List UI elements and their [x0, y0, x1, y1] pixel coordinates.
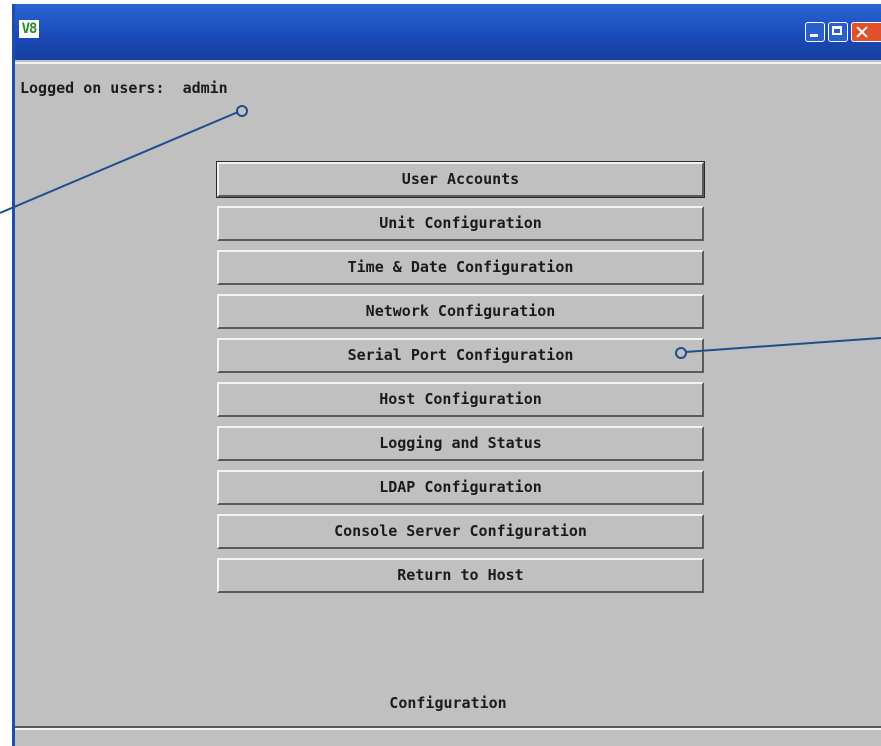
- unit-configuration-button[interactable]: Unit Configuration: [217, 206, 704, 241]
- footer-title: Configuration: [389, 694, 507, 712]
- divider-top: [15, 62, 881, 64]
- logged-on-user: admin: [182, 79, 228, 97]
- minimize-button[interactable]: [805, 22, 825, 42]
- app-logo-icon: V8: [19, 20, 39, 38]
- console-server-configuration-button[interactable]: Console Server Configuration: [217, 514, 704, 549]
- title-bar[interactable]: V8: [15, 4, 881, 60]
- host-configuration-button[interactable]: Host Configuration: [217, 382, 704, 417]
- return-to-host-button[interactable]: Return to Host: [217, 558, 704, 593]
- user-accounts-button[interactable]: User Accounts: [216, 161, 705, 198]
- divider-bottom-highlight: [15, 728, 881, 730]
- logged-on-users: Logged on users: admin: [20, 79, 228, 97]
- logging-and-status-button[interactable]: Logging and Status: [217, 426, 704, 461]
- ldap-configuration-button[interactable]: LDAP Configuration: [217, 470, 704, 505]
- config-menu: User Accounts Unit Configuration Time & …: [216, 161, 705, 602]
- time-date-configuration-button[interactable]: Time & Date Configuration: [217, 250, 704, 285]
- configuration-window: V8 Logged on users: admin User Accounts …: [12, 4, 881, 746]
- network-configuration-button[interactable]: Network Configuration: [217, 294, 704, 329]
- close-button[interactable]: [851, 22, 881, 42]
- serial-port-configuration-button[interactable]: Serial Port Configuration: [217, 338, 704, 373]
- maximize-button[interactable]: [828, 22, 848, 42]
- logged-on-label: Logged on users:: [20, 79, 165, 97]
